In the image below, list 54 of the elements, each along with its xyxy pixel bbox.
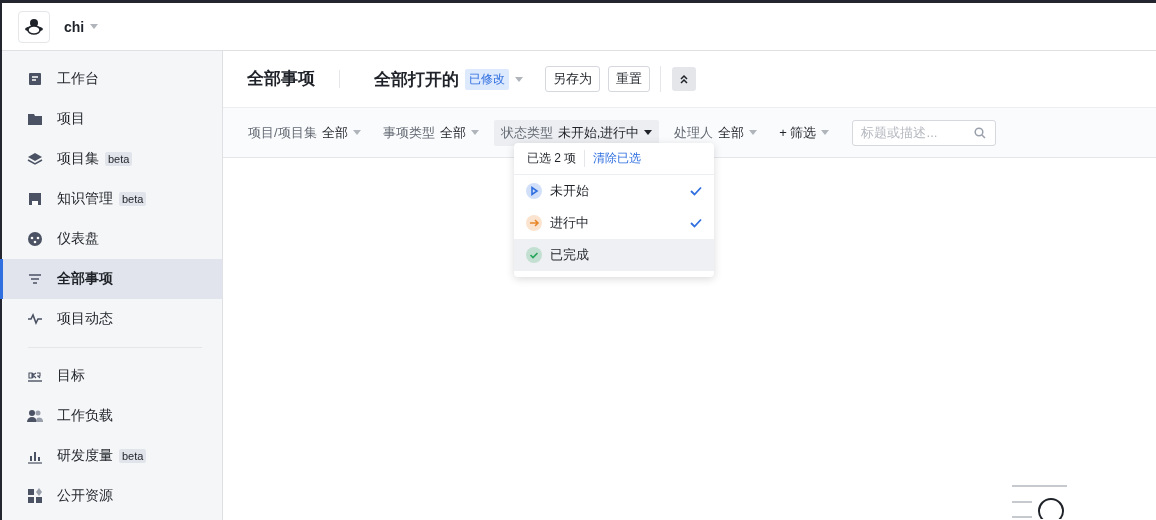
caret-icon bbox=[470, 130, 479, 135]
status-option[interactable]: 已完成 bbox=[514, 239, 714, 271]
logo-icon[interactable] bbox=[18, 10, 50, 43]
clear-selection-link[interactable]: 清除已选 bbox=[584, 150, 642, 167]
people-icon bbox=[27, 408, 43, 424]
sidebar-item[interactable]: 项目动态 bbox=[0, 299, 222, 339]
double-chevron-up-icon bbox=[679, 74, 689, 84]
status-option[interactable]: 未开始 bbox=[514, 175, 714, 207]
sidebar-item[interactable]: 公开资源 bbox=[0, 476, 222, 516]
beta-tag: beta bbox=[105, 152, 133, 166]
check-icon bbox=[526, 247, 542, 263]
beta-tag: beta bbox=[119, 192, 147, 206]
sidebar-item[interactable]: 目标 bbox=[0, 356, 222, 396]
filter-dropdown[interactable]: 处理人 全部 bbox=[667, 119, 765, 146]
add-filter-button[interactable]: + 筛选 bbox=[772, 119, 837, 146]
filter-icon bbox=[27, 271, 43, 287]
filter-dropdown[interactable]: 项目/项目集 全部 bbox=[241, 119, 368, 146]
sidebar-item[interactable]: 研发度量 beta bbox=[0, 436, 222, 476]
sidebar-item[interactable]: 工作台 bbox=[0, 59, 222, 99]
folder-icon bbox=[27, 111, 43, 127]
selection-count: 已选 2 项 bbox=[527, 150, 577, 167]
sidebar-item[interactable]: 工作负载 bbox=[0, 396, 222, 436]
grid-icon bbox=[27, 488, 43, 504]
pulse-icon bbox=[27, 311, 43, 327]
sidebar-item[interactable]: 仪表盘 bbox=[0, 219, 222, 259]
dashboard-icon bbox=[27, 231, 43, 247]
sidebar-item[interactable]: 项目 bbox=[0, 99, 222, 139]
status-option[interactable]: 进行中 bbox=[514, 207, 714, 239]
filter-dropdown[interactable]: 事项类型 全部 bbox=[375, 119, 486, 146]
workspace-switcher[interactable]: chi bbox=[64, 18, 99, 35]
caret-icon bbox=[821, 130, 830, 135]
play-icon bbox=[526, 183, 542, 199]
sidebar-item[interactable]: 项目集 beta bbox=[0, 139, 222, 179]
modified-tag: 已修改 bbox=[465, 68, 509, 90]
sidebar-item[interactable]: 知识管理 beta bbox=[0, 179, 222, 219]
view-selector[interactable]: 全部打开的 已修改 bbox=[374, 67, 523, 91]
page-title: 全部事项 bbox=[247, 70, 340, 88]
search-field[interactable]: 标题或描述... bbox=[852, 119, 997, 146]
toolbar-button[interactable]: 另存为 bbox=[545, 66, 600, 92]
search-icon bbox=[974, 126, 987, 139]
book-icon bbox=[27, 191, 43, 207]
collapse-button[interactable] bbox=[672, 67, 696, 91]
empty-state-drawing bbox=[1011, 485, 1067, 519]
monitor-icon bbox=[27, 71, 43, 87]
caret-icon bbox=[749, 130, 758, 135]
sidebar-item[interactable]: 全部事项 bbox=[0, 259, 222, 299]
layers-icon bbox=[27, 151, 43, 167]
caret-icon bbox=[644, 130, 653, 135]
caret-icon bbox=[352, 130, 361, 135]
beta-tag: beta bbox=[119, 449, 147, 463]
caret-icon bbox=[515, 76, 523, 82]
caret-icon bbox=[90, 24, 99, 29]
toolbar-button[interactable]: 重置 bbox=[608, 66, 650, 92]
filter-dropdown[interactable]: 状态类型 未开始,进行中 bbox=[493, 119, 660, 146]
